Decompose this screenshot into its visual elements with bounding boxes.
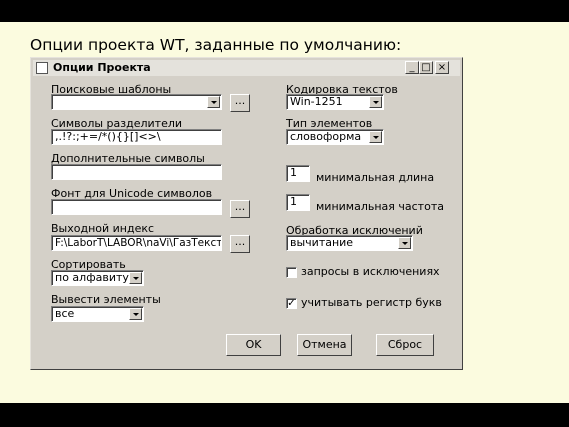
top-black-band xyxy=(0,0,569,22)
min-freq-label: минимальная частота xyxy=(316,200,444,213)
queries-in-exceptions-checkbox[interactable] xyxy=(286,267,297,278)
bottom-black-band xyxy=(0,403,569,427)
sort-value: по алфавиту xyxy=(55,271,129,284)
sort-dropdown[interactable]: по алфавиту xyxy=(51,270,144,286)
chevron-down-icon[interactable] xyxy=(398,237,411,249)
exceptions-value: вычитание xyxy=(290,236,354,249)
case-sensitive-checkbox[interactable]: ✓ xyxy=(286,298,297,309)
exceptions-dropdown[interactable]: вычитание xyxy=(286,235,413,251)
output-elements-label: Вывести элементы xyxy=(51,293,161,306)
extra-symbols-input[interactable] xyxy=(51,164,222,180)
page-heading: Опции проекта WT, заданные по умолчанию: xyxy=(30,36,402,54)
minimize-button[interactable]: _ xyxy=(405,61,419,74)
cancel-button[interactable]: Отмена xyxy=(297,334,352,356)
unicode-font-input[interactable] xyxy=(51,199,222,215)
chevron-down-icon[interactable] xyxy=(369,131,382,143)
reset-button[interactable]: Сброс xyxy=(376,334,434,356)
search-templates-browse-button[interactable]: ... xyxy=(230,94,250,112)
separators-input[interactable]: ,.!?:;+=/*(){}[]<>\ xyxy=(51,129,222,145)
output-index-browse-button[interactable]: ... xyxy=(230,235,250,253)
app-window-icon xyxy=(36,62,48,74)
chevron-down-icon[interactable] xyxy=(129,272,142,284)
element-type-value: словоформа xyxy=(290,130,362,143)
output-elements-value: все xyxy=(55,307,75,320)
dialog-title: Опции Проекта xyxy=(53,61,151,74)
case-sensitive-label: учитывать регистр букв xyxy=(301,296,442,309)
unicode-font-browse-button[interactable]: ... xyxy=(230,200,250,218)
min-length-label: минимальная длина xyxy=(316,171,435,184)
output-index-input[interactable]: F:\LaborT\LABOR\naVi\ГазТексты-2 xyxy=(51,235,222,251)
encoding-dropdown[interactable]: Win-1251 xyxy=(286,94,384,110)
ok-button[interactable]: OK xyxy=(226,334,281,356)
output-elements-dropdown[interactable]: все xyxy=(51,306,144,322)
maximize-button[interactable]: □ xyxy=(419,61,433,74)
chevron-down-icon[interactable] xyxy=(207,96,220,108)
encoding-value: Win-1251 xyxy=(290,95,343,108)
output-index-label: Выходной индекс xyxy=(51,222,155,235)
checkmark-icon: ✓ xyxy=(287,298,296,309)
close-button[interactable]: × xyxy=(435,61,449,74)
min-length-input[interactable]: 1 xyxy=(286,165,310,182)
queries-in-exceptions-label: запросы в исключениях xyxy=(301,265,440,278)
options-dialog: Опции Проекта _ □ × Поисковые шаблоны ..… xyxy=(30,57,463,370)
element-type-dropdown[interactable]: словоформа xyxy=(286,129,384,145)
chevron-down-icon[interactable] xyxy=(369,96,382,108)
min-freq-input[interactable]: 1 xyxy=(286,194,310,211)
chevron-down-icon[interactable] xyxy=(129,308,142,320)
dialog-titlebar[interactable]: Опции Проекта _ □ × xyxy=(33,60,460,76)
search-templates-dropdown[interactable] xyxy=(51,94,222,110)
